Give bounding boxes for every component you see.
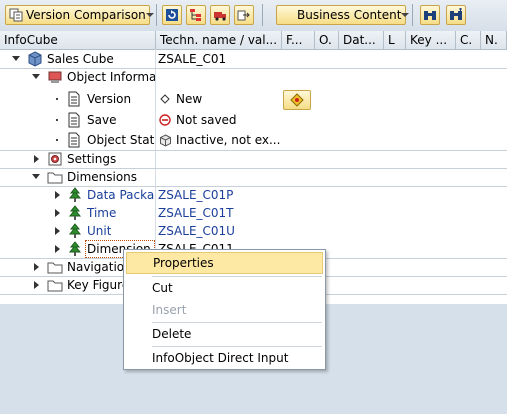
tree-node-label: Dimensions (67, 170, 138, 184)
tree-leaf-dot (56, 139, 58, 141)
toolbar-separator (412, 4, 413, 26)
application-toolbar: Version Comparison Business Content (0, 0, 507, 32)
hierarchy-button[interactable] (186, 5, 206, 25)
toolbar-separator (156, 4, 157, 26)
document-icon (68, 132, 80, 148)
dimension-tree-icon (68, 205, 82, 220)
expand-icon[interactable] (55, 209, 60, 217)
expand-icon[interactable] (34, 155, 39, 163)
document-icon (68, 91, 80, 107)
column-c[interactable]: C. (456, 31, 481, 49)
tree-leaf-dot (56, 98, 58, 100)
refresh-button[interactable] (162, 5, 182, 25)
folder-icon (47, 172, 63, 184)
expand-icon[interactable] (12, 56, 20, 61)
tree-row-object-status[interactable]: Object Status Inactive, not ex... (0, 131, 507, 151)
tree-node-label: Unit (87, 224, 112, 238)
object-info-icon (48, 71, 62, 83)
cube-icon (28, 51, 42, 67)
tree-row-data-package[interactable]: Data Packag ZSALE_C01P (0, 186, 507, 204)
transport-icon (214, 12, 226, 21)
dimension-tree-icon (68, 187, 82, 202)
tree-node-label: Navigation (67, 260, 123, 274)
tree-node-label: Data Packag (87, 188, 155, 202)
tree-row-sales-cube[interactable]: Sales Cube ZSALE_C01 (0, 50, 507, 69)
diamond-icon (160, 94, 170, 104)
no-entry-icon (159, 114, 171, 126)
tree-row-version[interactable]: Version New (0, 90, 507, 110)
tree-row-unit[interactable]: Unit ZSALE_C01U (0, 222, 507, 240)
tree-leaf-dot (56, 119, 58, 121)
column-f[interactable]: F... (282, 31, 315, 49)
find-next-icon (450, 8, 462, 20)
version-comparison-icon (9, 8, 23, 22)
version-compare-icon (290, 93, 304, 107)
tree-node-label: Save (87, 113, 117, 127)
menu-item-infoobject-direct-input[interactable]: InfoObject Direct Input (126, 347, 323, 369)
menu-item-delete[interactable]: Delete (126, 323, 323, 345)
tree-node-label: Settings (67, 152, 117, 166)
tree-row-save[interactable]: Save Not saved (0, 111, 507, 131)
technical-name-value: ZSALE_C01P (158, 188, 234, 202)
technical-name-value: ZSALE_C01U (158, 224, 235, 238)
column-n[interactable]: N. (481, 31, 507, 49)
tree-row-settings[interactable]: Settings (0, 150, 507, 169)
expand-icon[interactable] (34, 263, 39, 271)
menu-item-insert[interactable]: Insert (126, 299, 323, 321)
version-value: New (176, 92, 203, 106)
version-compare-button[interactable] (283, 90, 311, 110)
version-comparison-button[interactable]: Version Comparison (5, 5, 154, 25)
refresh-icon (166, 9, 178, 21)
document-icon (68, 112, 80, 128)
expand-icon[interactable] (55, 191, 60, 199)
expand-icon[interactable] (32, 74, 40, 79)
column-infocube[interactable]: InfoCube (0, 31, 156, 49)
export-button[interactable] (234, 5, 254, 25)
folder-icon (47, 280, 63, 292)
export-icon (237, 10, 250, 21)
context-menu: Properties Cut Insert Delete InfoObject … (123, 249, 326, 370)
tree-node-label: Object Informat (67, 70, 155, 84)
menu-item-properties[interactable]: Properties (126, 252, 323, 274)
column-o[interactable]: O. (315, 31, 339, 49)
technical-name-value: ZSALE_C01T (158, 206, 234, 220)
hierarchy-icon (190, 9, 201, 21)
tree-node-label: Key Figure (67, 278, 123, 292)
technical-name-value: ZSALE_C01 (158, 52, 227, 66)
pulldown-icon (401, 13, 410, 17)
column-technical-name[interactable]: Techn. name / val... (156, 31, 282, 49)
folder-icon (47, 262, 63, 274)
tree-row-time[interactable]: Time ZSALE_C01T (0, 204, 507, 222)
inactive-cube-icon (160, 134, 171, 147)
dimension-tree-icon (68, 241, 82, 256)
transport-button[interactable] (210, 5, 230, 25)
dimension-tree-icon (68, 223, 82, 238)
column-data-type[interactable]: Dat... (339, 31, 384, 49)
tree-node-label: Version (87, 92, 132, 106)
menu-item-cut[interactable]: Cut (126, 277, 323, 299)
pulldown-icon (145, 13, 154, 17)
save-value: Not saved (176, 113, 237, 127)
business-content-button[interactable]: Business Content (276, 5, 410, 25)
object-status-value: Inactive, not ex... (176, 133, 281, 147)
expand-icon[interactable] (55, 245, 60, 253)
tree-node-label: Sales Cube (47, 52, 114, 66)
expand-icon[interactable] (34, 281, 39, 289)
expand-icon[interactable] (32, 174, 40, 179)
toolbar-separator (262, 4, 263, 26)
tree-row-object-information[interactable]: Object Informat (0, 68, 507, 86)
find-next-button[interactable] (446, 5, 466, 25)
column-key[interactable]: Key ... (406, 31, 456, 49)
version-comparison-label: Version Comparison (26, 8, 146, 22)
tree-node-label: Object Status (87, 133, 155, 147)
find-button[interactable] (420, 5, 440, 25)
column-header: InfoCube Techn. name / val... F... O. Da… (0, 31, 507, 50)
business-content-label: Business Content (297, 8, 402, 22)
expand-icon[interactable] (55, 227, 60, 235)
binoculars-icon (424, 11, 436, 20)
gear-icon (48, 152, 62, 166)
tree-node-label: Time (87, 206, 117, 220)
column-l[interactable]: L (384, 31, 406, 49)
tree-row-dimensions[interactable]: Dimensions (0, 168, 507, 187)
